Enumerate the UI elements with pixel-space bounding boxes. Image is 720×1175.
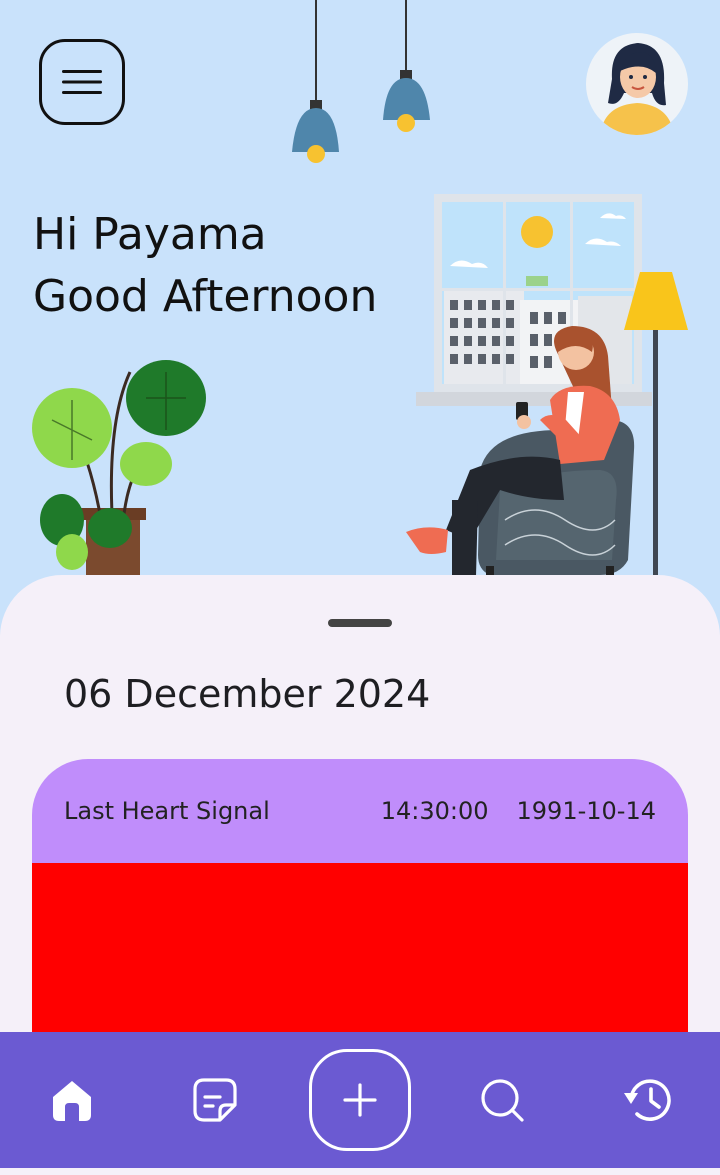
card-time: 14:30:00 (380, 797, 489, 825)
search-icon (481, 1079, 524, 1122)
plus-icon (343, 1083, 377, 1117)
note-icon (193, 1078, 237, 1122)
greeting-time-of-day: Good Afternoon (33, 271, 378, 322)
nav-search[interactable] (452, 1032, 552, 1168)
greeting: Hi Payama Good Afternoon (33, 204, 377, 328)
menu-button[interactable] (39, 39, 125, 125)
add-button[interactable] (309, 1049, 411, 1151)
hero-illustration: Hi Payama Good Afternoon (0, 0, 720, 600)
avatar[interactable] (586, 33, 688, 135)
hamburger-icon (62, 70, 102, 94)
sheet-drag-handle[interactable] (328, 619, 392, 627)
current-date: 06 December 2024 (64, 672, 431, 716)
card-header: Last Heart Signal 14:30:00 1991-10-14 (32, 759, 688, 863)
home-icon (53, 1081, 91, 1121)
nav-notes[interactable] (165, 1032, 265, 1168)
heart-signal-card[interactable]: Last Heart Signal 14:30:00 1991-10-14 (32, 759, 688, 1059)
card-label: Last Heart Signal (64, 797, 270, 825)
greeting-name: Hi Payama (33, 209, 267, 260)
avatar-illustration (600, 43, 674, 135)
nav-history[interactable] (598, 1032, 698, 1168)
history-icon (624, 1079, 671, 1121)
nav-home[interactable] (22, 1032, 122, 1168)
card-date: 1991-10-14 (516, 797, 656, 825)
card-body (32, 863, 688, 1059)
